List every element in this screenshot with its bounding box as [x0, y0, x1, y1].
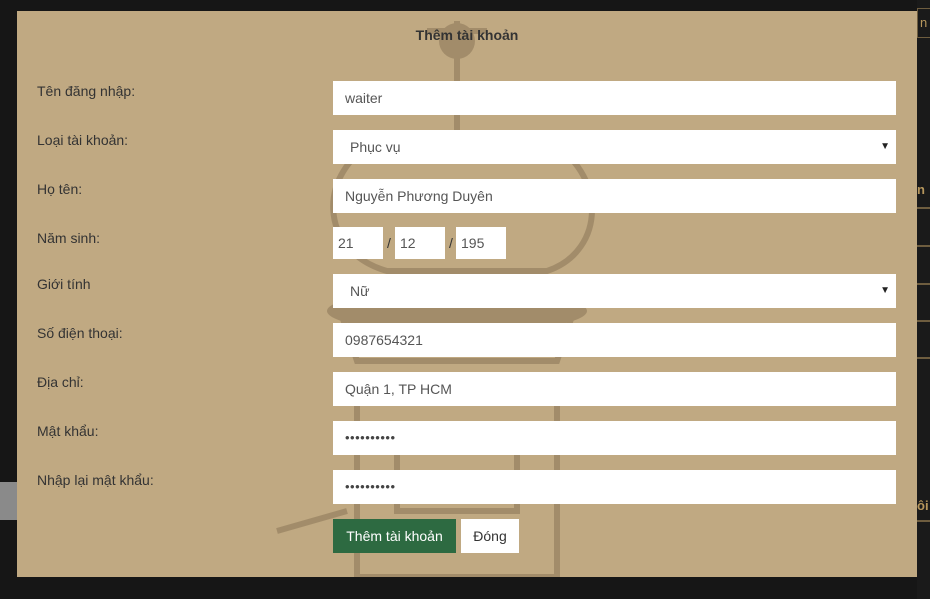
background-divider — [917, 357, 930, 359]
phone-label: Số điện thoại: — [37, 325, 123, 341]
modal-title: Thêm tài khoản — [415, 27, 519, 43]
add-account-modal: Thêm tài khoản Tên đăng nhập: waiter Loạ… — [17, 11, 917, 577]
close-button[interactable]: Đóng — [461, 519, 519, 553]
username-label: Tên đăng nhập: — [37, 83, 136, 99]
add-account-button[interactable]: Thêm tài khoản — [333, 519, 456, 553]
background-right-edge: n n ôi — [917, 0, 930, 599]
account-type-label: Loại tài khoản: — [37, 132, 129, 148]
password-input[interactable]: •••••••••• — [333, 421, 896, 455]
birth-month-input[interactable]: 12 — [395, 227, 445, 259]
gender-label: Giới tính — [37, 276, 91, 292]
background-left-strip — [0, 482, 17, 520]
full-name-label: Họ tên: — [37, 181, 83, 197]
username-input[interactable]: waiter — [333, 81, 896, 115]
birth-day-input[interactable]: 21 — [333, 227, 383, 259]
background-tab-fragment: n — [917, 8, 930, 38]
phone-input[interactable]: 0987654321 — [333, 323, 896, 357]
account-type-select[interactable]: Phục vụ ▼ — [333, 130, 896, 164]
address-label: Địa chỉ: — [37, 374, 84, 390]
account-type-value: Phục vụ — [350, 139, 401, 155]
password-label: Mật khẩu: — [37, 423, 99, 439]
background-divider — [917, 245, 930, 247]
gender-select[interactable]: Nữ ▼ — [333, 274, 896, 308]
confirm-password-label: Nhập lại mật khẩu: — [37, 472, 154, 488]
background-text-fragment: ôi — [917, 498, 929, 513]
background-divider — [917, 320, 930, 322]
birth-year-input[interactable]: 195 — [456, 227, 506, 259]
confirm-password-input[interactable]: •••••••••• — [333, 470, 896, 504]
background-divider — [917, 207, 930, 209]
address-input[interactable]: Quận 1, TP HCM — [333, 372, 896, 406]
date-separator: / — [387, 235, 391, 251]
caret-down-icon: ▼ — [880, 285, 890, 296]
date-separator: / — [449, 235, 453, 251]
background-divider — [917, 283, 930, 285]
gender-value: Nữ — [350, 283, 370, 299]
full-name-input[interactable]: Nguyễn Phương Duyên — [333, 179, 896, 213]
background-divider — [917, 520, 930, 522]
background-text-fragment: n — [917, 182, 925, 197]
caret-down-icon: ▼ — [880, 141, 890, 152]
birth-year-label: Năm sinh: — [37, 230, 101, 246]
